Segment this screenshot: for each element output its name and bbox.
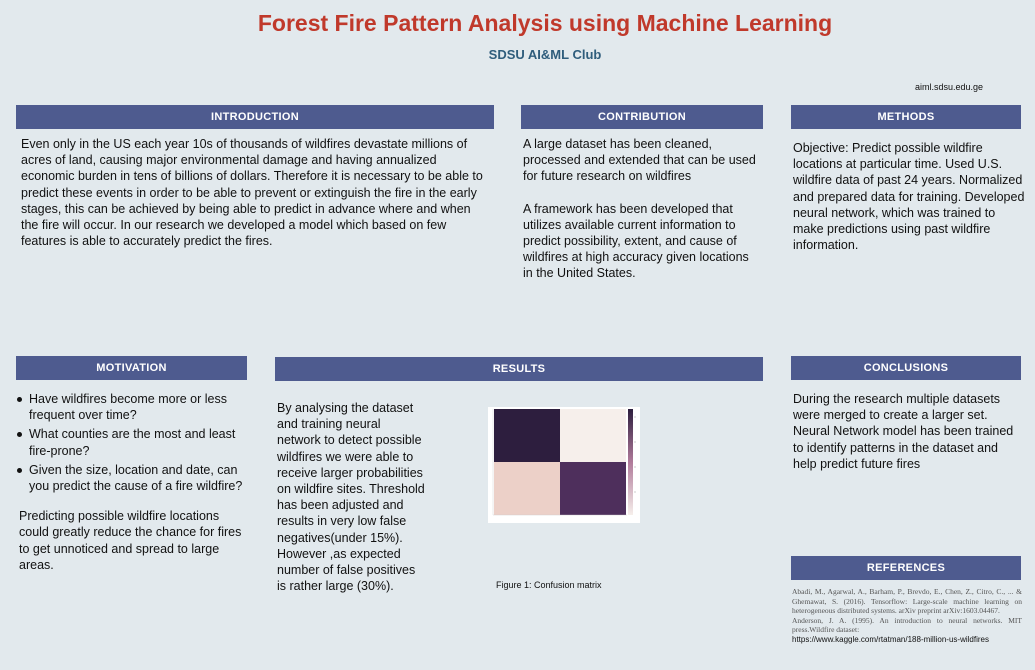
contribution-heading: CONTRIBUTION [521,105,763,129]
motivation-text: Have wildfires become more or less frequ… [17,391,249,573]
results-heading: RESULTS [275,357,763,381]
colorbar [628,409,633,515]
confusion-matrix-figure [488,407,640,523]
contribution-paragraph-1: A large dataset has been cleaned, proces… [523,137,756,184]
results-paragraph: By analysing the dataset and training ne… [277,401,425,594]
poster-title: Forest Fire Pattern Analysis using Machi… [257,10,833,36]
introduction-paragraph: Even only in the US each year 10s of tho… [21,137,483,249]
motivation-bullet: Given the size, location and date, can y… [17,462,249,494]
references-heading: REFERENCES [791,556,1021,580]
motivation-paragraph: Predicting possible wildfire locations c… [19,509,242,572]
confusion-matrix-cell [560,462,626,515]
motivation-bullet-list: Have wildfires become more or less frequ… [17,391,249,494]
confusion-matrix-cell [494,462,560,515]
website-link[interactable]: aiml.sdsu.edu.ge [915,82,983,92]
methods-text: Objective: Predict possible wildfire loc… [793,140,1025,253]
confusion-matrix-cell [494,409,560,462]
methods-heading: METHODS [791,105,1021,129]
confusion-matrix-chart [492,409,636,516]
conclusions-paragraph: During the research multiple datasets we… [793,392,1014,471]
conclusions-text: During the research multiple datasets we… [793,391,1025,472]
poster-subtitle: SDSU AI&ML Club [488,47,602,62]
confusion-matrix-cell [560,409,626,462]
reference-item: Anderson, J. A. (1995). An introduction … [792,615,1022,635]
motivation-heading: MOTIVATION [16,356,247,380]
motivation-bullet: What counties are the most and least fir… [17,426,249,458]
figure-caption: Figure 1: Confusion matrix [496,580,602,590]
conclusions-heading: CONCLUSIONS [791,356,1021,380]
motivation-bullet: Have wildfires become more or less frequ… [17,391,249,423]
contribution-text: A large dataset has been cleaned, proces… [523,136,761,282]
introduction-heading: INTRODUCTION [16,105,494,129]
introduction-text: Even only in the US each year 10s of tho… [21,136,491,249]
contribution-paragraph-2: A framework has been developed that util… [523,201,749,281]
methods-paragraph: Objective: Predict possible wildfire loc… [793,141,1025,253]
dataset-link[interactable]: https://www.kaggle.com/rtatman/188-milli… [792,635,1022,645]
reference-item: Abadi, M., Agarwal, A., Barham, P., Brev… [792,587,1022,616]
references-list: Abadi, M., Agarwal, A., Barham, P., Brev… [792,587,1022,645]
results-text: By analysing the dataset and training ne… [277,400,427,594]
